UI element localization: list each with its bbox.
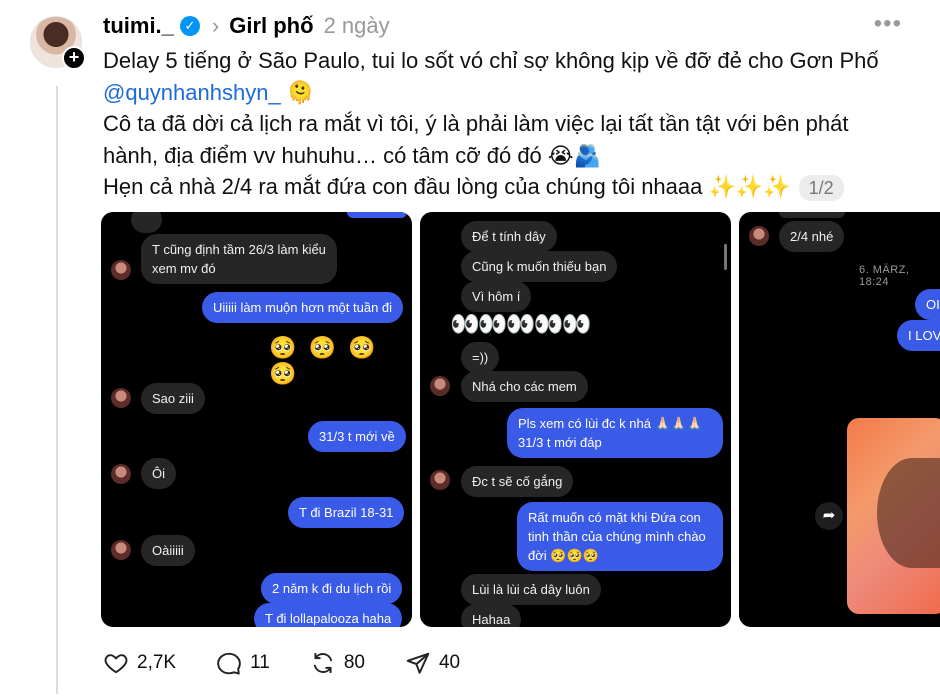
chat-bubble-outgoing: T đi lollapalooza haha (254, 603, 403, 627)
mention-emoji: 🫠 (286, 79, 315, 105)
chat-bubble-incoming: Nhá cho các mem (461, 371, 588, 402)
chat-bubble-outgoing: I LOVE (897, 320, 940, 351)
repost-count: 80 (343, 652, 365, 673)
verified-badge-icon: ✓ (179, 16, 200, 36)
chat-avatar (111, 540, 131, 560)
chat-bubble-partial (347, 212, 407, 218)
thread-line (56, 86, 58, 694)
chat-avatar (430, 470, 450, 490)
repost-button[interactable]: 80 (310, 650, 365, 676)
post-line-5-text: Hẹn cả nhà 2/4 ra mắt đứa con đầu lòng c… (103, 174, 791, 199)
chat-bubble-incoming: Hahaa (461, 604, 522, 627)
share-count: 40 (438, 652, 461, 673)
chat-bubble-outgoing: T đi Brazil 18-31 (288, 497, 405, 528)
action-bar: 2,7K 11 80 40 (103, 648, 500, 678)
chat-avatar (111, 388, 131, 408)
chat-bubble-incoming: =)) (461, 342, 500, 373)
chat-bubble-incoming: Ôi (141, 458, 176, 489)
community-name[interactable]: Girl phố (229, 13, 313, 39)
repost-icon (313, 652, 332, 674)
chat-date-separator: 6. MÄRZ, 18:24 (859, 264, 910, 288)
chat-bubble-incoming: Lùi là lùi cả dây luôn (461, 574, 601, 605)
emoji-eyes-row: 👀👀👀👀👀 (450, 311, 591, 338)
photo-subject (877, 458, 940, 568)
post-timestamp: 2 ngày (323, 13, 390, 38)
chat-bubble-outgoing: Rất muốn có mặt khi Đứa con tinh thần củ… (517, 502, 723, 571)
heart-icon (104, 654, 128, 674)
follow-plus-icon[interactable]: + (62, 46, 86, 70)
post-line-4: hành, địa điểm vv huhuhu… có tâm cỡ đó đ… (103, 142, 602, 168)
post-line-1: Delay 5 tiếng ở São Paulo, tui lo sốt vó… (103, 48, 879, 73)
more-options-icon[interactable]: ••• (874, 12, 902, 36)
chat-bubble-outgoing: Uiiiii làm muộn hơn một tuần đi (202, 292, 404, 323)
like-count: 2,7K (137, 652, 177, 673)
chat-bubble-outgoing: 2 năm k đi du lịch rồi (261, 573, 403, 604)
chat-bubble-outgoing: OI (915, 289, 940, 320)
chat-bubble-partial (779, 212, 845, 218)
chevron-right-icon: › (211, 13, 220, 38)
post-line-3: Cô ta đã dời cả lịch ra mắt vì tôi, ý là… (103, 111, 849, 136)
chat-bubble-incoming: Oàiiiii (141, 535, 195, 566)
post-line-5: Hẹn cả nhà 2/4 ra mắt đứa con đầu lòng c… (103, 171, 903, 203)
chat-bubble-partial (131, 212, 162, 233)
chat-bubble-incoming: Cũng k muốn thiếu bạn (461, 251, 618, 282)
username[interactable]: tuimi._ (103, 13, 174, 39)
shared-photo[interactable] (847, 418, 940, 614)
chat-avatar (430, 376, 450, 396)
chat-bubble-incoming: Sao ziii (141, 383, 205, 414)
send-icon (406, 652, 430, 674)
chat-avatar (111, 260, 131, 280)
chat-avatar (111, 464, 131, 484)
chat-bubble-incoming: Vì hôm í (461, 281, 532, 312)
media-screenshot-3[interactable]: 2/4 nhé 6. MÄRZ, 18:24 OI I LOVE ➦ (739, 212, 940, 627)
like-button[interactable]: 2,7K (103, 650, 176, 676)
share-arrow-icon[interactable]: ➦ (815, 502, 843, 530)
emoji-reaction-row: 🥺 🥺 🥺 🥺 (269, 335, 379, 386)
chat-bubble-outgoing: Pls xem có lùi đc k nhá 🙏🏻🙏🏻🙏🏻 31/3 t mớ… (507, 408, 723, 458)
post-header: tuimi._ ✓ › Girl phố 2 ngày (103, 12, 390, 40)
mention-link[interactable]: @quynhanhshyn_ (103, 80, 281, 105)
post-body: Delay 5 tiếng ở São Paulo, tui lo sốt vó… (103, 45, 903, 203)
chat-bubble-incoming: Đc t sẽ cố gắng (461, 466, 574, 497)
scrollbar (724, 244, 727, 270)
chat-avatar (749, 226, 769, 246)
page-indicator: 1/2 (798, 175, 844, 202)
comment-count: 11 (250, 652, 270, 673)
chat-bubble-incoming: 2/4 nhé (779, 221, 845, 252)
chat-bubble-outgoing: 31/3 t mới về (308, 421, 406, 452)
media-screenshot-1[interactable]: T cũng định tầm 26/3 làm kiểu xem mv đó … (101, 212, 412, 627)
chat-bubble-incoming: Để t tính dây (461, 221, 557, 252)
post-line-2: @quynhanhshyn_ 🫠 (103, 77, 903, 109)
comment-icon (217, 652, 241, 675)
share-button[interactable]: 40 (405, 650, 460, 676)
media-screenshot-2[interactable]: Để t tính dây Cũng k muốn thiếu bạn Vì h… (420, 212, 731, 627)
chat-bubble-incoming: T cũng định tầm 26/3 làm kiểu xem mv đó (141, 234, 337, 284)
comment-button[interactable]: 11 (216, 650, 270, 676)
